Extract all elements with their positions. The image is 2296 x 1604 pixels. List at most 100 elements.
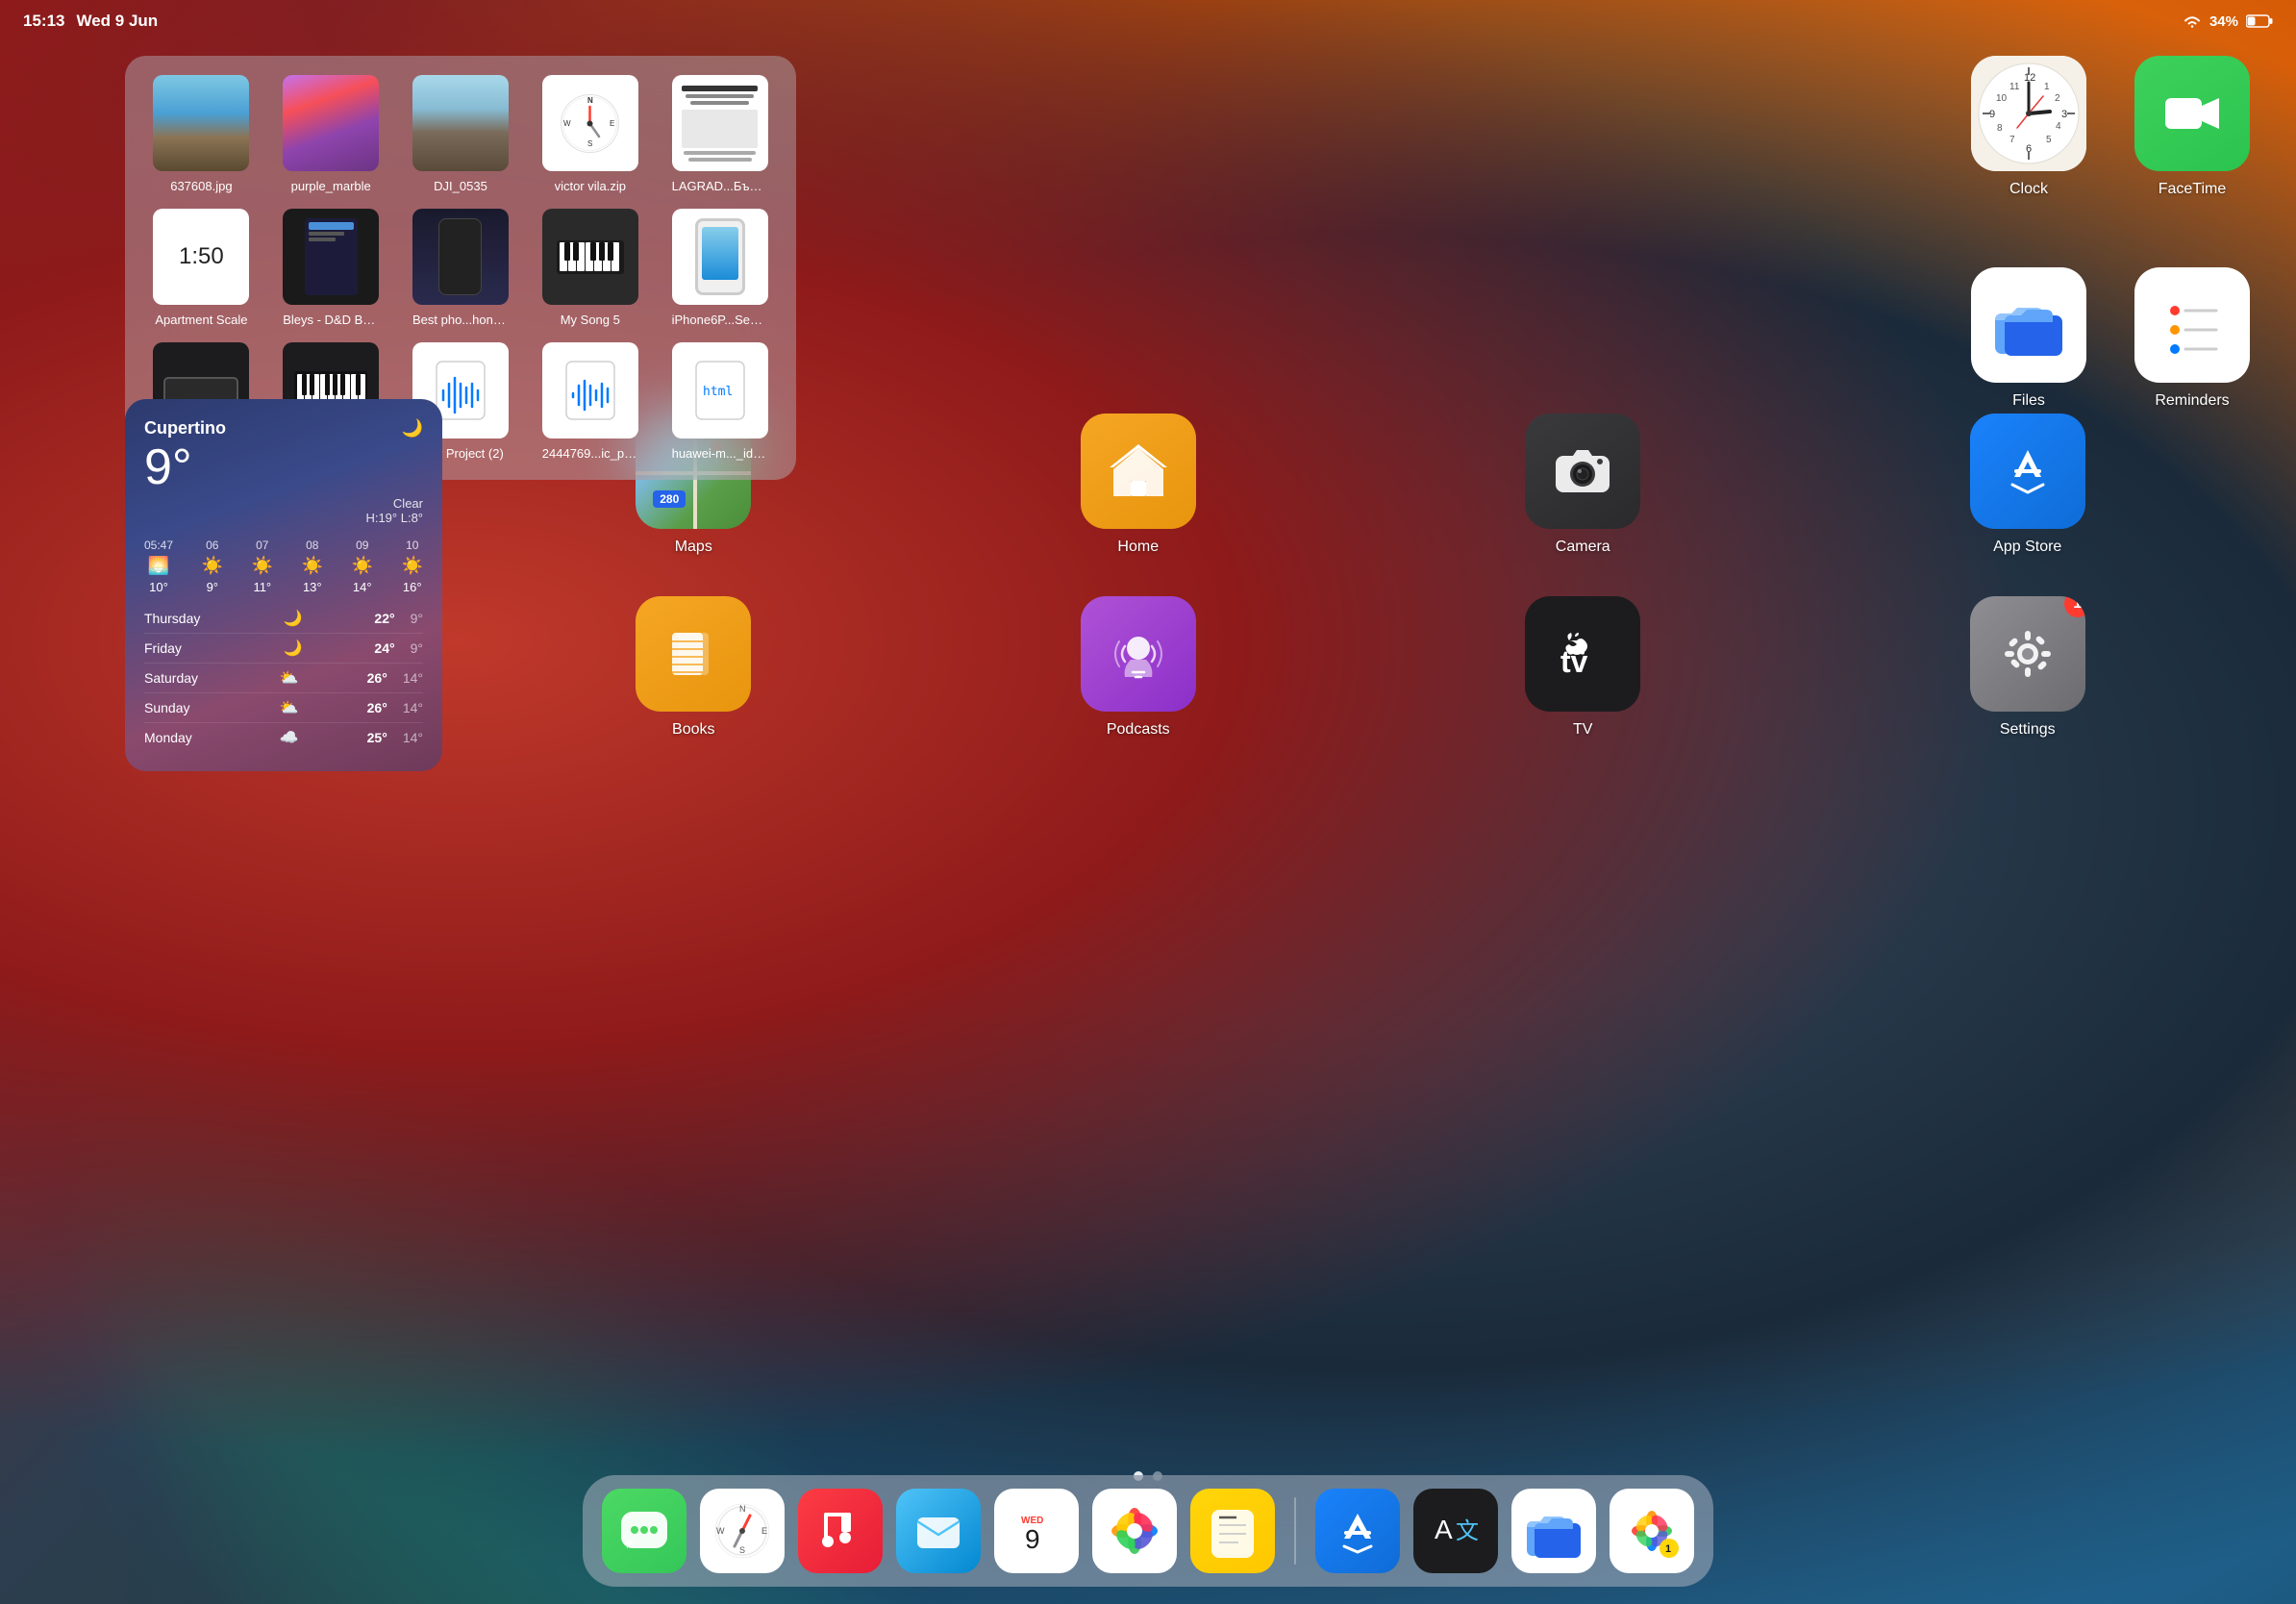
svg-text:E: E: [761, 1526, 767, 1536]
dock-appstore2[interactable]: [1315, 1489, 1400, 1573]
reminders-icon: [2154, 282, 2231, 368]
weather-city: Cupertino: [144, 418, 226, 439]
file-name: 2444769...ic_preview: [542, 446, 638, 461]
svg-text:W: W: [716, 1526, 725, 1536]
messages-icon: [617, 1504, 671, 1558]
file-item[interactable]: My Song 5: [533, 209, 647, 327]
svg-text:10: 10: [1996, 93, 2008, 104]
file-name: DJI_0535: [434, 179, 487, 193]
dock-calendar[interactable]: WED 9: [994, 1489, 1079, 1573]
app-label: Settings: [2000, 721, 2056, 739]
file-item[interactable]: DJI_0535: [404, 75, 518, 193]
status-date: Wed 9 Jun: [76, 12, 158, 31]
status-bar: 15:13 Wed 9 Jun 34%: [0, 0, 2296, 42]
facetime-icon: [2158, 79, 2227, 148]
svg-text:4: 4: [2056, 121, 2061, 132]
app-label: Books: [672, 721, 714, 739]
svg-text:S: S: [587, 139, 592, 148]
file-item[interactable]: iPhone6P...Sept2014: [662, 209, 777, 327]
file-item-apartment-scale[interactable]: 1:50 Apartment Scale: [144, 209, 259, 327]
reminders-app-icon[interactable]: Reminders: [2134, 267, 2250, 410]
svg-text:3: 3: [2061, 109, 2067, 120]
podcasts-app-icon[interactable]: Podcasts: [1081, 596, 1196, 739]
svg-text:1: 1: [1665, 1543, 1671, 1555]
file-name: victor vila.zip: [555, 179, 626, 193]
file-item[interactable]: N S E W victor vila.zip: [533, 75, 647, 193]
dock-mail[interactable]: [896, 1489, 981, 1573]
notes-icon: [1206, 1504, 1260, 1558]
svg-text:S: S: [739, 1545, 745, 1555]
translate-icon: A 文: [1429, 1504, 1483, 1558]
settings-icon: [1993, 619, 2062, 689]
file-name: LAGRAD...България: [672, 179, 768, 193]
daily-forecast: Thursday 🌙 22° 9° Friday 🌙 24° 9° Saturd…: [144, 604, 423, 752]
music-icon: [814, 1505, 866, 1557]
file-item[interactable]: 2444769...ic_preview: [533, 342, 647, 461]
settings-app-icon[interactable]: 1 Settings: [1970, 596, 2085, 739]
dock-pixelmator[interactable]: 1: [1610, 1489, 1694, 1573]
svg-text:2: 2: [2055, 93, 2060, 104]
settings-badge: 1: [2064, 596, 2085, 617]
files2-icon: [1523, 1500, 1585, 1562]
tv-app-icon[interactable]: tv TV: [1525, 596, 1640, 739]
appstore-icon: [1993, 437, 2062, 506]
home-app-icon[interactable]: Home: [1081, 414, 1196, 556]
app-label: TV: [1573, 721, 1592, 739]
app-label: Reminders: [2155, 392, 2229, 410]
pixelmator-icon: 1: [1623, 1502, 1681, 1560]
file-name: 637608.jpg: [170, 179, 232, 193]
appstore-app-icon[interactable]: App Store: [1970, 414, 2085, 556]
svg-text:html: html: [703, 385, 733, 399]
dock-divider: [1294, 1497, 1296, 1565]
weather-highlow: H:19° L:8°: [365, 511, 423, 525]
podcasts-icon: [1104, 619, 1173, 689]
dock-photos[interactable]: [1092, 1489, 1177, 1573]
app-label: Home: [1117, 539, 1159, 556]
books-icon: [659, 619, 728, 689]
weather-temp: 9°: [144, 442, 423, 492]
wifi-icon: [2183, 14, 2202, 29]
dock-messages[interactable]: [602, 1489, 686, 1573]
weather-widget[interactable]: Cupertino 🌙 9° Clear H:19° L:8° 05:47 🌅 …: [125, 399, 442, 771]
file-item[interactable]: 637608.jpg: [144, 75, 259, 193]
svg-text:1: 1: [2044, 82, 2050, 92]
svg-text:6: 6: [2026, 143, 2032, 155]
file-item[interactable]: LAGRAD...България: [662, 75, 777, 193]
svg-text:N: N: [739, 1504, 746, 1514]
home-icon: [1104, 437, 1173, 506]
top-right-apps: 12 3 6 9 1 2 4 5 7 8 10 11: [1971, 56, 2250, 198]
file-item[interactable]: html huawei-m..._id119102: [662, 342, 777, 461]
dock-translate[interactable]: A 文: [1413, 1489, 1498, 1573]
svg-text:11: 11: [2009, 82, 2020, 92]
clock-app[interactable]: 12 3 6 9 1 2 4 5 7 8 10 11: [1971, 56, 2086, 198]
svg-text:9: 9: [1025, 1524, 1040, 1554]
mail-icon: [911, 1504, 965, 1558]
files-app-icon[interactable]: Files: [1971, 267, 2086, 410]
svg-text:A: A: [1435, 1515, 1453, 1544]
file-name: Best pho...honeArena: [412, 313, 509, 327]
file-item[interactable]: purple_marble: [274, 75, 388, 193]
dock-music[interactable]: [798, 1489, 883, 1573]
tv-icon: tv: [1548, 619, 1617, 689]
file-item[interactable]: Best pho...honeArena: [404, 209, 518, 327]
dock-safari[interactable]: N S E W: [700, 1489, 785, 1573]
svg-text:W: W: [563, 119, 571, 128]
app-label: App Store: [1993, 539, 2061, 556]
row2-apps: Files Reminders: [1971, 267, 2250, 410]
status-time: 15:13: [23, 12, 64, 31]
camera-app-icon[interactable]: Camera: [1525, 414, 1640, 556]
app-label: FaceTime: [2159, 181, 2227, 198]
weather-condition: Clear: [365, 496, 423, 511]
calendar-icon: WED 9: [1008, 1502, 1065, 1560]
svg-text:8: 8: [1997, 123, 2003, 134]
file-name: My Song 5: [561, 313, 620, 327]
appstore2-icon: [1331, 1504, 1385, 1558]
file-name: huawei-m..._id119102: [672, 446, 768, 461]
dock: N S E W: [583, 1475, 1713, 1587]
files-icon: [1990, 287, 2067, 363]
facetime-app[interactable]: FaceTime: [2134, 56, 2250, 198]
file-item[interactable]: Bleys - D&D Beyond: [274, 209, 388, 327]
dock-files2[interactable]: [1511, 1489, 1596, 1573]
books-app-icon[interactable]: Books: [636, 596, 751, 739]
dock-notes[interactable]: [1190, 1489, 1275, 1573]
